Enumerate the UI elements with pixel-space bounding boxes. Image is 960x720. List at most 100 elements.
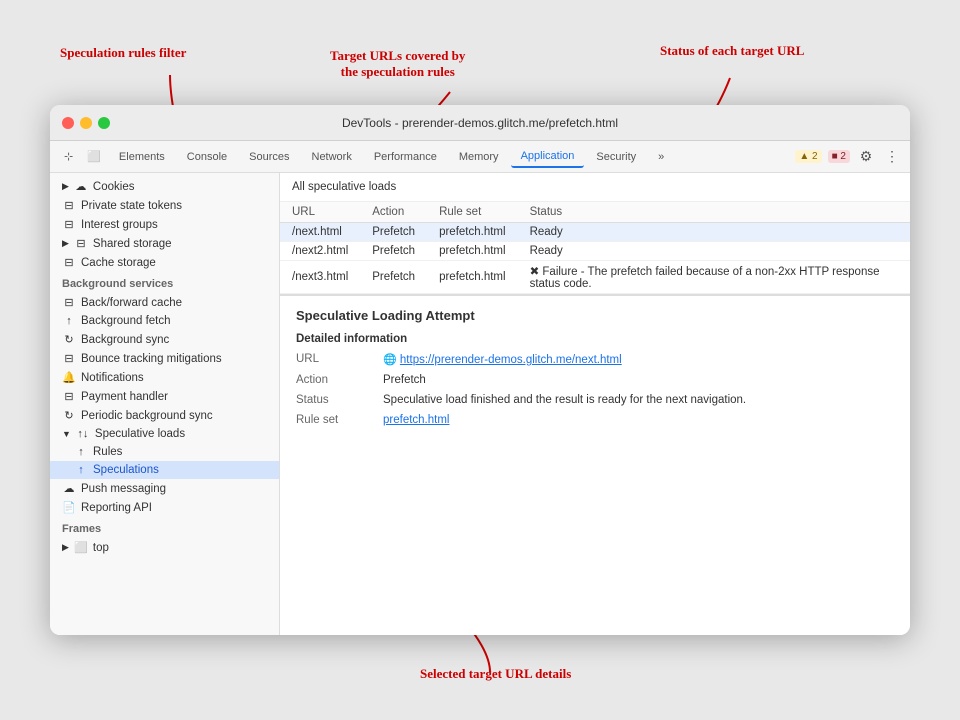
frame-icon: ⬜ [74, 541, 88, 554]
detail-url-value: 🌐 https://prerender-demos.glitch.me/next… [383, 353, 622, 366]
tab-elements[interactable]: Elements [109, 147, 175, 167]
cell-action: Prefetch [360, 242, 427, 261]
detail-action-value: Prefetch [383, 374, 426, 386]
error-badge: ■ 2 [828, 150, 850, 163]
spec-loads-icon: ↑↓ [76, 428, 90, 440]
col-status: Status [518, 202, 910, 223]
warning-badge: ▲ 2 [795, 150, 821, 163]
sidebar-item-bounce-tracking[interactable]: ⊟ Bounce tracking mitigations [50, 349, 279, 368]
tab-element-picker[interactable]: ⊹ [58, 146, 79, 167]
cell-action: Prefetch [360, 261, 427, 294]
cell-status: ✖ Failure - The prefetch failed because … [518, 261, 910, 294]
detail-ruleset-link[interactable]: prefetch.html [383, 414, 449, 426]
sidebar-item-speculative-loads[interactable]: ▼ ↑↓ Speculative loads [50, 425, 279, 443]
close-button[interactable] [62, 117, 74, 129]
window-title: DevTools - prerender-demos.glitch.me/pre… [342, 116, 618, 130]
sidebar-item-notifications[interactable]: 🔔 Notifications [50, 368, 279, 387]
detail-ruleset-row: Rule set prefetch.html [296, 414, 894, 426]
annotation-target-urls: Target URLs covered bythe speculation ru… [330, 48, 465, 80]
speculations-icon: ↑ [74, 464, 88, 476]
back-forward-icon: ⊟ [62, 296, 76, 309]
chevron-down-icon: ▼ [62, 429, 71, 439]
chevron-icon: ▶ [62, 238, 69, 249]
tab-network[interactable]: Network [302, 147, 362, 167]
tab-memory[interactable]: Memory [449, 147, 509, 167]
sidebar-item-speculations[interactable]: ↑ Speculations [50, 461, 279, 479]
rules-icon: ↑ [74, 446, 88, 458]
sidebar-item-push-messaging[interactable]: ☁ Push messaging [50, 479, 279, 498]
tab-performance[interactable]: Performance [364, 147, 447, 167]
tab-security[interactable]: Security [586, 147, 646, 167]
main-layout: ▶ ☁ Cookies ⊟ Private state tokens ⊟ Int… [50, 173, 910, 635]
speculative-loads-table: URL Action Rule set Status /next.html Pr… [280, 202, 910, 294]
periodic-icon: ↻ [62, 409, 76, 422]
detail-action-row: Action Prefetch [296, 374, 894, 386]
sidebar-item-periodic-bg-sync[interactable]: ↻ Periodic background sync [50, 406, 279, 425]
sidebar-item-rules[interactable]: ↑ Rules [50, 443, 279, 461]
title-bar: DevTools - prerender-demos.glitch.me/pre… [50, 105, 910, 141]
tab-sources[interactable]: Sources [239, 147, 299, 167]
table-row[interactable]: /next3.html Prefetch prefetch.html ✖ Fai… [280, 261, 910, 294]
detail-status-label: Status [296, 394, 371, 406]
tab-application[interactable]: Application [511, 146, 585, 168]
detail-status-value: Speculative load finished and the result… [383, 394, 746, 406]
tab-device-toggle[interactable]: ⬜ [81, 146, 107, 167]
sidebar-item-interest-groups[interactable]: ⊟ Interest groups [50, 215, 279, 234]
cell-url: /next3.html [280, 261, 360, 294]
push-icon: ☁ [62, 482, 76, 495]
content-area: All speculative loads URL Action Rule se… [280, 173, 910, 635]
devtools-toolbar: ⊹ ⬜ Elements Console Sources Network Per… [50, 141, 910, 173]
cache-icon: ⊟ [62, 256, 76, 269]
cell-ruleset: prefetch.html [427, 261, 517, 294]
error-icon: ✖ [530, 266, 540, 278]
detail-url-row: URL 🌐 https://prerender-demos.glitch.me/… [296, 353, 894, 366]
all-speculative-loads-header: All speculative loads [280, 173, 910, 202]
sidebar: ▶ ☁ Cookies ⊟ Private state tokens ⊟ Int… [50, 173, 280, 635]
maximize-button[interactable] [98, 117, 110, 129]
bg-sync-icon: ↻ [62, 333, 76, 346]
annotation-speculation-filter: Speculation rules filter [60, 45, 186, 61]
detail-status-row: Status Speculative load finished and the… [296, 394, 894, 406]
cookies-icon: ☁ [74, 180, 88, 193]
globe-icon: 🌐 [383, 354, 397, 366]
sidebar-item-cache-storage[interactable]: ⊟ Cache storage [50, 253, 279, 272]
sidebar-item-reporting-api[interactable]: 📄 Reporting API [50, 498, 279, 517]
cell-action: Prefetch [360, 223, 427, 242]
traffic-lights [62, 117, 110, 129]
detail-title: Speculative Loading Attempt [296, 308, 894, 323]
frames-chevron-icon: ▶ [62, 542, 69, 553]
cell-status: Ready [518, 242, 910, 261]
tab-more[interactable]: » [648, 147, 674, 167]
col-action: Action [360, 202, 427, 223]
detail-action-label: Action [296, 374, 371, 386]
more-icon[interactable]: ⋮ [882, 147, 902, 167]
detail-ruleset-label: Rule set [296, 414, 371, 426]
payment-icon: ⊟ [62, 390, 76, 403]
private-state-icon: ⊟ [62, 199, 76, 212]
detail-url-label: URL [296, 353, 371, 366]
sidebar-item-payment-handler[interactable]: ⊟ Payment handler [50, 387, 279, 406]
detail-url-link[interactable]: https://prerender-demos.glitch.me/next.h… [400, 354, 622, 366]
col-url: URL [280, 202, 360, 223]
minimize-button[interactable] [80, 117, 92, 129]
sidebar-item-bg-sync[interactable]: ↻ Background sync [50, 330, 279, 349]
frames-section: Frames [50, 517, 279, 538]
cell-ruleset: prefetch.html [427, 242, 517, 261]
sidebar-item-shared-storage[interactable]: ▶ ⊟ Shared storage [50, 234, 279, 253]
cell-status: Ready [518, 223, 910, 242]
tab-console[interactable]: Console [177, 147, 237, 167]
detail-subtitle: Detailed information [296, 333, 894, 345]
sidebar-item-back-forward[interactable]: ⊟ Back/forward cache [50, 293, 279, 312]
cell-url: /next2.html [280, 242, 360, 261]
chevron-icon: ▶ [62, 181, 69, 192]
sidebar-item-bg-fetch[interactable]: ↑ Background fetch [50, 312, 279, 330]
settings-icon[interactable]: ⚙ [856, 147, 876, 167]
annotation-status-each: Status of each target URL [660, 43, 804, 59]
bounce-icon: ⊟ [62, 352, 76, 365]
sidebar-item-cookies[interactable]: ▶ ☁ Cookies [50, 177, 279, 196]
sidebar-item-private-state[interactable]: ⊟ Private state tokens [50, 196, 279, 215]
table-row[interactable]: /next2.html Prefetch prefetch.html Ready [280, 242, 910, 261]
table-row[interactable]: /next.html Prefetch prefetch.html Ready [280, 223, 910, 242]
sidebar-item-frames-top[interactable]: ▶ ⬜ top [50, 538, 279, 557]
bg-fetch-icon: ↑ [62, 315, 76, 327]
